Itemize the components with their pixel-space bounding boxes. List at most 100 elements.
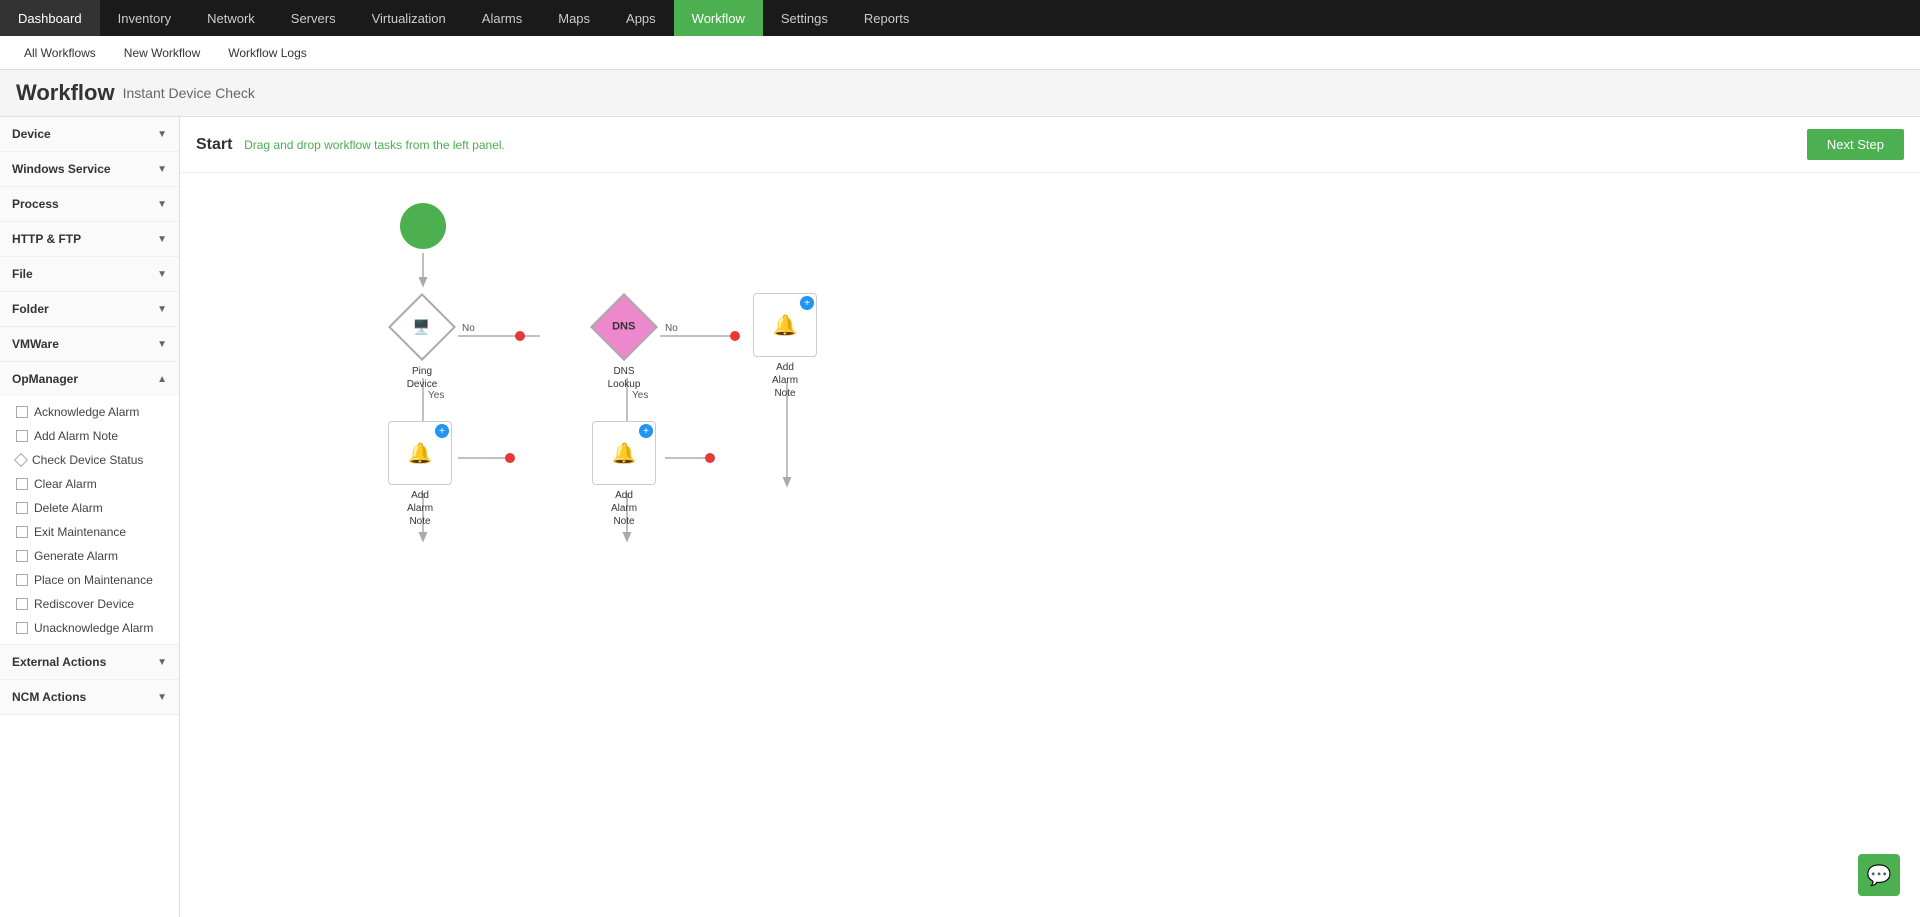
sidebar-windows-service-header[interactable]: Windows Service ▼ [0, 152, 179, 186]
subnav-all-workflows[interactable]: All Workflows [10, 36, 110, 69]
checkbox-icon [16, 598, 28, 610]
nav-dashboard[interactable]: Dashboard [0, 0, 100, 36]
nav-settings[interactable]: Settings [763, 0, 846, 36]
sidebar-ncm-actions-header[interactable]: NCM Actions ▼ [0, 680, 179, 714]
page-subtitle: Instant Device Check [123, 85, 255, 101]
sidebar-http-ftp-header[interactable]: HTTP & FTP ▼ [0, 222, 179, 256]
chevron-up-icon: ▲ [157, 374, 167, 385]
nav-reports[interactable]: Reports [846, 0, 928, 36]
sidebar-section-windows-service: Windows Service ▼ [0, 152, 179, 187]
sidebar-external-actions-header[interactable]: External Actions ▼ [0, 645, 179, 679]
sidebar-item-delete-alarm[interactable]: Delete Alarm [0, 496, 179, 520]
sidebar-item-acknowledge-alarm[interactable]: Acknowledge Alarm [0, 400, 179, 424]
sidebar-device-header[interactable]: Device ▼ [0, 117, 179, 151]
sidebar-section-device: Device ▼ [0, 117, 179, 152]
checkbox-icon [16, 502, 28, 514]
chevron-down-icon: ▼ [157, 164, 167, 175]
add-alarm-note-2-label: AddAlarmNote [407, 489, 433, 528]
sidebar-section-process: Process ▼ [0, 187, 179, 222]
alarm-note-icon: 🔔 [612, 441, 637, 466]
workflow-canvas: No No Yes Yes [180, 173, 1920, 917]
sidebar-folder-header[interactable]: Folder ▼ [0, 292, 179, 326]
opmanager-items: Acknowledge Alarm Add Alarm Note Check D… [0, 396, 179, 644]
sidebar-process-header[interactable]: Process ▼ [0, 187, 179, 221]
sidebar-section-vmware: VMWare ▼ [0, 327, 179, 362]
plus-badge: + [800, 296, 814, 310]
sidebar-section-http-ftp: HTTP & FTP ▼ [0, 222, 179, 257]
sidebar-vmware-header[interactable]: VMWare ▼ [0, 327, 179, 361]
checkbox-icon [16, 550, 28, 562]
dns-lookup-label: DNSLookup [608, 365, 641, 391]
checkbox-icon [16, 430, 28, 442]
workflow-start-node [400, 203, 446, 249]
page-title: Workflow [16, 80, 115, 106]
checkbox-icon [16, 478, 28, 490]
sidebar-section-external-actions: External Actions ▼ [0, 645, 179, 680]
checkbox-icon [16, 526, 28, 538]
nav-network[interactable]: Network [189, 0, 273, 36]
next-step-button[interactable]: Next Step [1807, 129, 1904, 160]
workflow-add-alarm-note-1[interactable]: + 🔔 AddAlarmNote [753, 293, 817, 400]
chevron-down-icon: ▼ [157, 199, 167, 210]
sidebar-item-check-device-status[interactable]: Check Device Status [0, 448, 179, 472]
sidebar-item-exit-maintenance[interactable]: Exit Maintenance [0, 520, 179, 544]
canvas-hint: Drag and drop workflow tasks from the le… [244, 138, 505, 152]
start-circle[interactable] [400, 203, 446, 249]
subnav-workflow-logs[interactable]: Workflow Logs [214, 36, 320, 69]
checkbox-icon [16, 622, 28, 634]
svg-text:Yes: Yes [428, 390, 444, 401]
chat-button[interactable]: 💬 [1858, 854, 1900, 896]
sidebar-section-folder: Folder ▼ [0, 292, 179, 327]
chevron-down-icon: ▼ [157, 269, 167, 280]
start-label: Start [196, 136, 232, 153]
sidebar-section-ncm-actions: NCM Actions ▼ [0, 680, 179, 715]
workflow-ping-device-node[interactable]: 🖥️ PingDevice [388, 293, 456, 391]
nav-inventory[interactable]: Inventory [100, 0, 189, 36]
ping-device-label: PingDevice [407, 365, 438, 391]
top-nav: Dashboard Inventory Network Servers Virt… [0, 0, 1920, 36]
sidebar-section-opmanager: OpManager ▲ Acknowledge Alarm Add Alarm … [0, 362, 179, 645]
checkbox-icon [16, 406, 28, 418]
chevron-down-icon: ▼ [157, 304, 167, 315]
chevron-down-icon: ▼ [157, 339, 167, 350]
main-layout: Device ▼ Windows Service ▼ Process ▼ HTT… [0, 117, 1920, 917]
add-alarm-note-3-label: AddAlarmNote [611, 489, 637, 528]
sidebar-section-file: File ▼ [0, 257, 179, 292]
nav-workflow[interactable]: Workflow [674, 0, 763, 36]
workflow-dns-lookup-node[interactable]: DNS DNSLookup [590, 293, 658, 391]
sidebar: Device ▼ Windows Service ▼ Process ▼ HTT… [0, 117, 180, 917]
nav-virtualization[interactable]: Virtualization [354, 0, 464, 36]
sidebar-item-add-alarm-note[interactable]: Add Alarm Note [0, 424, 179, 448]
sub-nav: All Workflows New Workflow Workflow Logs [0, 36, 1920, 70]
sidebar-item-place-on-maintenance[interactable]: Place on Maintenance [0, 568, 179, 592]
plus-badge: + [639, 424, 653, 438]
sidebar-item-unacknowledge-alarm[interactable]: Unacknowledge Alarm [0, 616, 179, 640]
chat-icon: 💬 [1867, 863, 1892, 888]
nav-servers[interactable]: Servers [273, 0, 354, 36]
checkbox-icon [16, 574, 28, 586]
workflow-add-alarm-note-3[interactable]: + 🔔 AddAlarmNote [592, 421, 656, 528]
nav-maps[interactable]: Maps [540, 0, 608, 36]
svg-text:No: No [462, 323, 475, 334]
svg-text:No: No [665, 323, 678, 334]
nav-apps[interactable]: Apps [608, 0, 674, 36]
workflow-add-alarm-note-2[interactable]: + 🔔 AddAlarmNote [388, 421, 452, 528]
nav-alarms[interactable]: Alarms [464, 0, 540, 36]
sidebar-item-clear-alarm[interactable]: Clear Alarm [0, 472, 179, 496]
sidebar-item-generate-alarm[interactable]: Generate Alarm [0, 544, 179, 568]
add-alarm-note-1-label: AddAlarmNote [772, 361, 798, 400]
sidebar-file-header[interactable]: File ▼ [0, 257, 179, 291]
diamond-icon [14, 453, 28, 467]
svg-text:Yes: Yes [632, 390, 648, 401]
alarm-note-icon: 🔔 [773, 313, 798, 338]
plus-badge: + [435, 424, 449, 438]
subnav-new-workflow[interactable]: New Workflow [110, 36, 214, 69]
canvas-area: Start Drag and drop workflow tasks from … [180, 117, 1920, 917]
chevron-down-icon: ▼ [157, 657, 167, 668]
sidebar-opmanager-header[interactable]: OpManager ▲ [0, 362, 179, 396]
sidebar-item-rediscover-device[interactable]: Rediscover Device [0, 592, 179, 616]
alarm-note-icon: 🔔 [408, 441, 433, 466]
workflow-svg: No No Yes Yes [180, 173, 1920, 917]
chevron-down-icon: ▼ [157, 234, 167, 245]
chevron-down-icon: ▼ [157, 129, 167, 140]
